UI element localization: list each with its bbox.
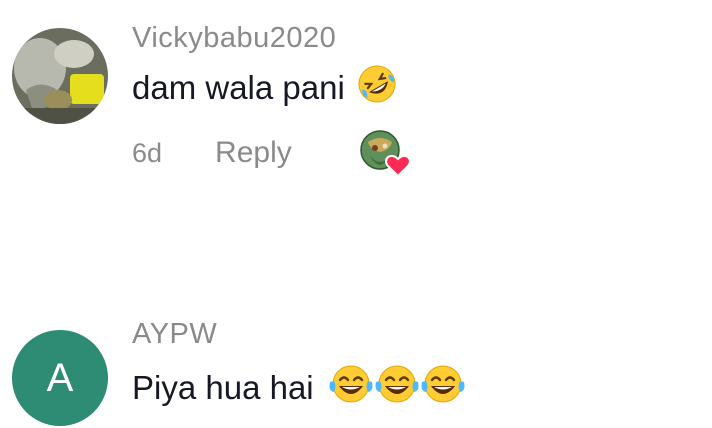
comment-username[interactable]: AYPW [132, 318, 217, 351]
comment-time: 6d [132, 137, 163, 168]
reply-button[interactable]: Reply [215, 136, 292, 170]
emoji-group [328, 364, 466, 412]
comment-text: dam wala pani [132, 64, 397, 112]
comment-text-content: Piya hua hai [132, 369, 314, 406]
avatar-letter: A [46, 355, 74, 400]
comment-item: A AYPW Piya hua hai [0, 300, 712, 428]
face-with-tears-of-joy-icon [374, 364, 420, 412]
comment-meta: 6d Reply [132, 136, 292, 170]
comment-item: Vickybabu2020 dam wala pani 6d Reply [0, 0, 712, 200]
avatar-photo [12, 28, 108, 124]
heart-icon [385, 154, 411, 178]
comment-text: Piya hua hai [132, 364, 466, 412]
creator-avatar-icon [360, 130, 411, 178]
creator-liked-badge [360, 128, 414, 180]
comment-username[interactable]: Vickybabu2020 [132, 22, 336, 55]
face-with-tears-of-joy-icon [328, 364, 374, 412]
user-avatar[interactable] [12, 28, 108, 124]
user-avatar[interactable]: A [12, 330, 108, 426]
comment-text-content: dam wala pani [132, 69, 345, 106]
face-with-tears-of-joy-icon [420, 364, 466, 412]
rolling-on-floor-laughing-emoji-icon [357, 64, 397, 112]
